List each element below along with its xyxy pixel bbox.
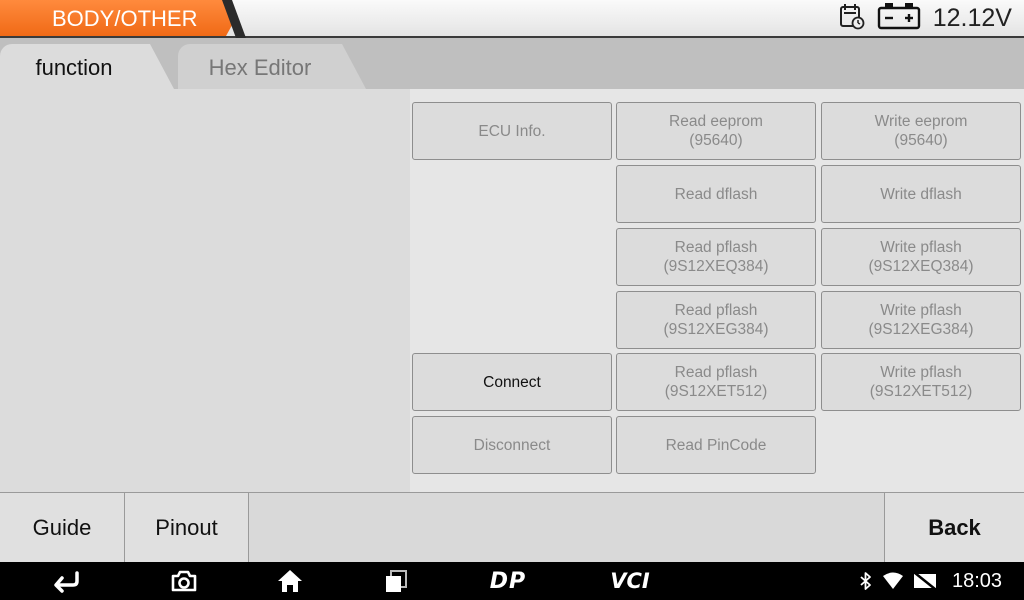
read-pflash-xet512-button[interactable]: Read pflash (9S12XET512) [616,353,816,411]
write-pflash-label: Write pflash [880,239,962,256]
write-pflash-chip: (9S12XET512) [869,383,973,400]
write-eeprom-label: Write eeprom [874,113,968,130]
clock-time: 18:03 [951,569,1003,592]
write-pflash-chip: (9S12XEG384) [868,321,974,338]
write-pflash-label: Write pflash [880,302,962,319]
car-battery-icon [877,1,921,36]
read-eeprom-label: Read eeprom [669,113,763,130]
no-sim-icon [910,562,940,600]
read-pincode-button[interactable]: Read PinCode [616,416,816,474]
voltage-readout: 12.12V [932,3,1012,32]
write-dflash-button[interactable]: Write dflash [821,165,1021,223]
read-dflash-button[interactable]: Read dflash [616,165,816,223]
disconnect-label: Disconnect [473,436,551,454]
top-bar: BODY/OTHER 12.12V [0,0,1024,38]
guide-button[interactable]: Guide [0,493,125,562]
back-button[interactable]: Back [884,493,1024,562]
tab-function[interactable]: function [0,44,174,89]
bottom-toolbar: Guide Pinout Back [0,492,1024,562]
read-eeprom-button[interactable]: Read eeprom (95640) [616,102,816,160]
status-clock: 18:03 [944,562,1010,600]
read-pflash-label: Read pflash [674,239,758,256]
write-dflash-label: Write dflash [880,185,962,203]
function-grid: ECU Info. Read eeprom (95640) Write eepr… [410,89,1024,492]
system-nav-bar: DP VCI 18:03 [0,562,1024,600]
tab-hex-editor[interactable]: Hex Editor [178,44,366,89]
tab-strip: function Hex Editor [0,38,1024,89]
read-pflash-chip: (9S12XEG384) [663,321,769,338]
write-pflash-xet512-button[interactable]: Write pflash (9S12XET512) [821,353,1021,411]
read-pincode-label: Read PinCode [665,436,767,454]
wifi-icon [880,562,906,600]
bluetooth-icon [856,562,876,600]
write-pflash-xeq384-button[interactable]: Write pflash (9S12XEQ384) [821,228,1021,286]
recent-apps-icon[interactable] [378,562,414,600]
read-pflash-label: Read pflash [674,302,758,319]
dp-logo-icon[interactable]: DP [480,562,536,600]
ecu-info-label: ECU Info. [478,122,546,140]
read-pflash-chip: (9S12XEQ384) [663,258,769,275]
read-eeprom-chip: (95640) [689,132,743,149]
back-arrow-icon[interactable] [48,562,84,600]
ecu-info-button[interactable]: ECU Info. [412,102,612,160]
write-eeprom-chip: (95640) [894,132,948,149]
module-title: BODY/OTHER [0,0,236,36]
vci-logo-text: VCI [610,569,650,593]
connect-label: Connect [483,373,541,391]
camera-icon[interactable] [166,562,202,600]
read-pflash-xeq384-button[interactable]: Read pflash (9S12XEQ384) [616,228,816,286]
read-pflash-chip: (9S12XET512) [664,383,768,400]
write-pflash-chip: (9S12XEQ384) [868,258,974,275]
pinout-button[interactable]: Pinout [125,493,249,562]
connect-button[interactable]: Connect [412,353,612,411]
vci-logo-icon[interactable]: VCI [600,562,660,600]
read-pflash-label: Read pflash [674,364,758,381]
write-pflash-xeg384-button[interactable]: Write pflash (9S12XEG384) [821,291,1021,349]
status-area: 12.12V [839,0,1024,36]
calendar-clock-icon [839,2,865,35]
left-panel [0,89,410,492]
write-pflash-label: Write pflash [880,364,962,381]
write-eeprom-button[interactable]: Write eeprom (95640) [821,102,1021,160]
read-pflash-xeg384-button[interactable]: Read pflash (9S12XEG384) [616,291,816,349]
home-icon[interactable] [272,562,308,600]
dp-logo-text: DP [489,568,527,594]
disconnect-button[interactable]: Disconnect [412,416,612,474]
read-dflash-label: Read dflash [674,185,758,203]
